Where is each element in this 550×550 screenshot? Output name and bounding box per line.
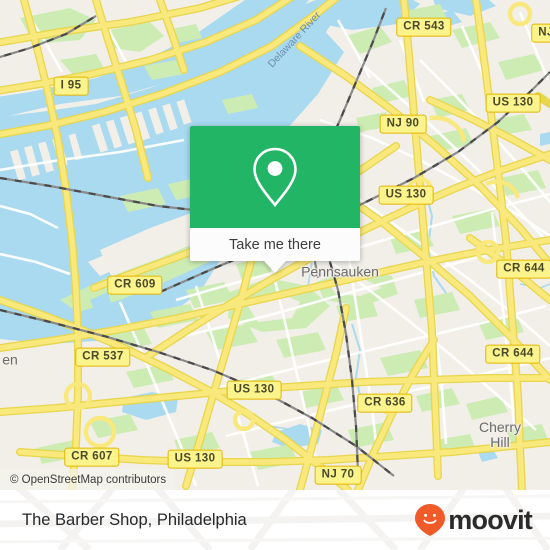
road-shield: US 130 (378, 185, 434, 205)
moovit-logo[interactable]: moovit (414, 503, 533, 537)
moovit-smiley-pin-icon (415, 504, 446, 536)
road-shield: CR 537 (75, 347, 131, 367)
popup-tail (264, 261, 286, 273)
map-screenshot: Delaware River I 95 CR 543 NJ US 130 NJ … (0, 0, 550, 550)
popup-pin-area (190, 126, 360, 228)
road-shield: I 95 (53, 76, 89, 96)
place-label-pennsauken: Pennsauken (301, 263, 379, 280)
place-label-line1: Cherry (478, 419, 522, 436)
map-pin-icon (253, 147, 297, 208)
map-attribution[interactable]: © OpenStreetMap contributors (0, 469, 175, 490)
moovit-wordmark: moovit (448, 504, 533, 535)
road-shield: CR 609 (107, 275, 163, 295)
location-popup-card[interactable]: Take me there (190, 126, 360, 273)
place-label-camden-truncated: en (2, 351, 18, 368)
place-label-cherry-hill: Cherry Hill (479, 420, 521, 450)
road-shield: US 130 (167, 449, 223, 469)
bottom-info-bar: The Barber Shop, Philadelphia moovit (0, 490, 550, 550)
venue-title: The Barber Shop, Philadelphia (22, 510, 247, 529)
road-shield: US 130 (226, 380, 282, 400)
road-shield: US 130 (485, 93, 541, 113)
road-shield: NJ 90 (379, 114, 427, 134)
road-shield: NJ (531, 23, 550, 43)
road-shield: NJ 70 (314, 465, 362, 485)
road-shield: CR 636 (357, 393, 413, 413)
road-shield: CR 644 (496, 259, 550, 279)
map-canvas[interactable]: Delaware River I 95 CR 543 NJ US 130 NJ … (0, 0, 550, 490)
place-label-line2: Hill (490, 434, 510, 450)
road-shield: CR 543 (396, 17, 452, 37)
road-shield: CR 607 (64, 447, 120, 467)
take-me-there-button[interactable]: Take me there (190, 228, 360, 261)
road-shield: CR 644 (485, 344, 541, 364)
